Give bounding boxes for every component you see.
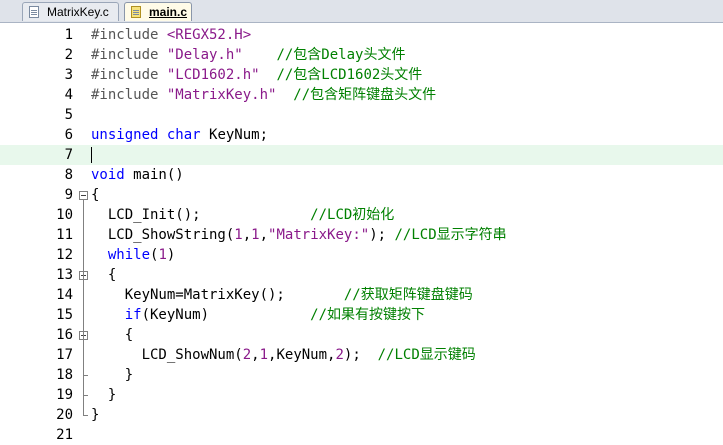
code-text[interactable]: LCD_ShowNum(2,1,KeyNum,2); //LCD显示键码 [91,345,476,365]
code-line[interactable]: 14 KeyNum=MatrixKey(); //获取矩阵键盘键码 [0,285,723,305]
line-number: 12 [56,247,73,263]
code-text[interactable]: LCD_ShowString(1,1,"MatrixKey:"); //LCD显… [91,225,507,245]
code-line[interactable]: 13 { [0,265,723,285]
code-line[interactable]: 12 while(1) [0,245,723,265]
line-number: 1 [64,27,73,43]
code-line[interactable]: 4 #include "MatrixKey.h" //包含矩阵键盘头文件 [0,85,723,105]
fold-guide [83,200,84,415]
code-line[interactable]: 10 LCD_Init(); //LCD初始化 [0,205,723,225]
line-number: 20 [56,407,73,423]
code-text[interactable]: while(1) [91,245,175,265]
code-line[interactable]: 1 #include <REGX52.H> [0,25,723,45]
code-line[interactable]: 5 [0,105,723,125]
code-line[interactable]: 2 #include "Delay.h" //包含Delay头文件 [0,45,723,65]
fold-end-marker [83,415,88,416]
fold-end-marker [83,375,88,376]
code-text[interactable]: void main() [91,165,184,185]
code-text[interactable]: } [91,385,116,405]
line-number: 3 [64,67,73,83]
code-text[interactable]: unsigned char KeyNum; [91,125,268,145]
code-text[interactable]: { [91,185,99,205]
code-line[interactable]: 19 } [0,385,723,405]
code-line[interactable]: 9{ [0,185,723,205]
code-text[interactable]: KeyNum=MatrixKey(); //获取矩阵键盘键码 [91,285,473,305]
text-caret [91,147,92,163]
code-line[interactable]: 18 } [0,365,723,385]
code-text[interactable]: #include <REGX52.H> [91,25,251,45]
code-text[interactable]: } [91,405,99,425]
code-text[interactable]: LCD_Init(); //LCD初始化 [91,205,394,225]
code-line[interactable]: 15 if(KeyNum) //如果有按键按下 [0,305,723,325]
code-editor[interactable]: 1 #include <REGX52.H> 2 #include "Delay.h" … [0,23,723,443]
code-line[interactable]: 21 [0,425,723,445]
code-line[interactable]: 8 void main() [0,165,723,185]
line-number: 8 [64,167,73,183]
line-number: 2 [64,47,73,63]
line-number: 10 [56,207,73,223]
line-number: 13 [56,267,73,283]
line-number: 16 [56,327,73,343]
code-text[interactable]: { [91,265,116,285]
code-line[interactable]: 3 #include "LCD1602.h" //包含LCD1602头文件 [0,65,723,85]
line-number: 9 [64,187,73,203]
line-number: 11 [56,227,73,243]
line-number: 7 [64,147,73,163]
c-file-icon [29,6,39,18]
code-line[interactable]: 6 unsigned char KeyNum; [0,125,723,145]
tab-main-c[interactable]: main.c [124,2,192,21]
code-line[interactable]: 20} [0,405,723,425]
line-number: 4 [64,87,73,103]
code-text[interactable]: #include "LCD1602.h" //包含LCD1602头文件 [91,65,422,85]
line-number: 17 [56,347,73,363]
tab-label: MatrixKey.c [47,5,109,19]
tab-label: main.c [149,5,188,19]
c-file-icon [131,6,141,18]
code-text[interactable]: #include "Delay.h" //包含Delay头文件 [91,45,405,65]
code-line[interactable]: 16 { [0,325,723,345]
line-number: 15 [56,307,73,323]
line-number: 19 [56,387,73,403]
tab-matrixkey-c[interactable]: MatrixKey.c [22,2,119,21]
line-number: 6 [64,127,73,143]
code-line[interactable]: 17 LCD_ShowNum(2,1,KeyNum,2); //LCD显示键码 [0,345,723,365]
line-number: 18 [56,367,73,383]
line-number: 21 [56,427,73,443]
line-number: 14 [56,287,73,303]
fold-end-marker [83,395,88,396]
code-text[interactable]: if(KeyNum) //如果有按键按下 [91,305,425,325]
line-number: 5 [64,107,73,123]
code-line[interactable]: 7 [0,145,723,165]
code-line[interactable]: 11 LCD_ShowString(1,1,"MatrixKey:"); //L… [0,225,723,245]
tab-bar: MatrixKey.c main.c [0,0,723,23]
code-text[interactable]: } [91,365,133,385]
code-text[interactable]: { [91,325,133,345]
code-text[interactable]: #include "MatrixKey.h" //包含矩阵键盘头文件 [91,85,436,105]
fold-collapse-icon[interactable] [79,191,88,200]
